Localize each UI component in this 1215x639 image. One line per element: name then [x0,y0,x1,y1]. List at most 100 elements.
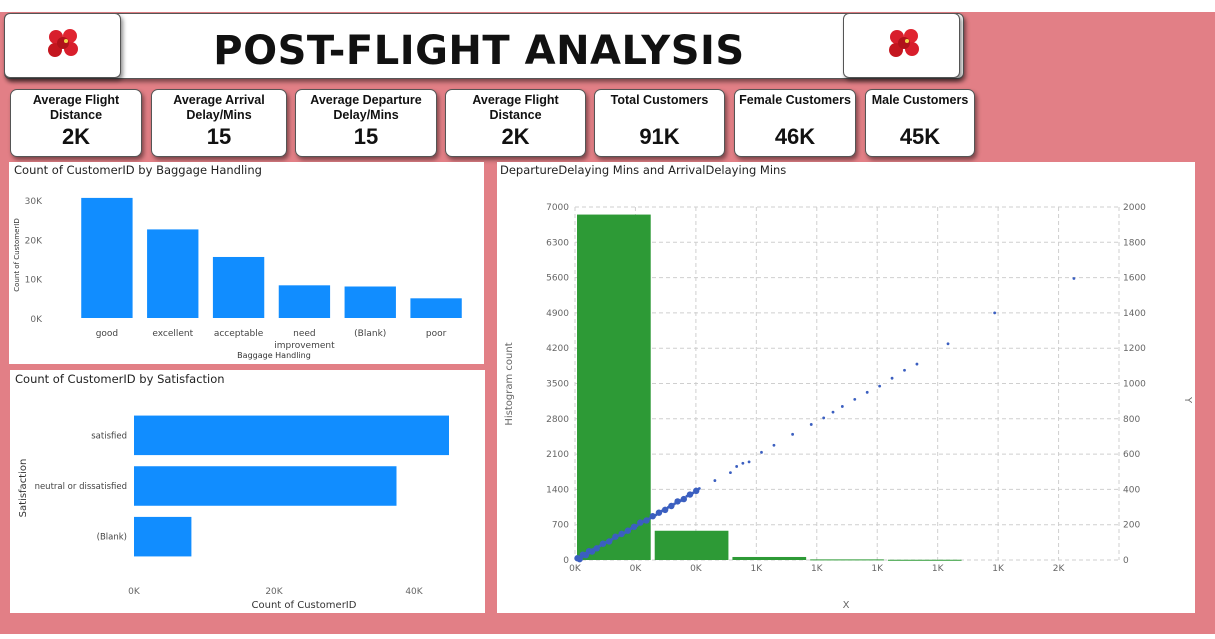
x-tick-label: 40K [405,587,423,597]
delay-scatter-chart: 0 700 1400 2100 2800 3500 4200 4900 5600 6300 7000… [504,203,1193,611]
page-title: POST-FLIGHT ANALYSIS [213,28,745,74]
left-y-tick-label: 1400 [546,485,569,495]
scatter-point [654,513,658,517]
bar [344,286,396,318]
hibiscus-flower-logo-icon [48,29,78,57]
scatter-point [747,460,751,464]
bar [278,285,331,318]
right-y-tick-label: 1400 [1123,309,1146,319]
x-tick-label: 20K [265,587,283,597]
right-y-tick-label: 1600 [1123,274,1146,284]
bar [147,229,199,318]
scatter-point [878,384,882,388]
x-tick-label: acceptable [214,329,264,339]
scatter-point [713,479,717,482]
right-y-tick-label: 1000 [1123,380,1146,390]
delay-scatter-chart-panel[interactable]: DepartureDelaying Mins and ArrivalDelayi… [497,162,1195,613]
scatter-point [586,550,589,554]
scatter-point [772,443,776,447]
scatter-point [598,544,602,548]
kpi-card-avg-departure-delay[interactable]: Average Departure Delay/Mins 15 [295,89,437,157]
bar [134,415,449,456]
right-y-tick-label: 400 [1123,485,1140,495]
scatter-point [741,461,745,465]
y-tick-label: 10K [25,276,43,286]
scatter-point [673,502,676,506]
left-y-tick-label: 7000 [546,203,569,213]
kpi-value: 45K [899,124,941,149]
baggage-handling-chart-panel[interactable]: Count of CustomerID by Baggage Handling … [9,162,484,364]
x-tick-label: need improvement [274,329,335,351]
kpi-card-avg-flight-distance-2[interactable]: Average Flight Distance 2K [445,89,586,157]
kpi-label: Average Departure Delay/Mins [310,93,422,122]
left-y-tick-label: 2800 [546,415,569,425]
scatter-point [729,471,732,475]
kpi-label: Female Customers [739,93,851,107]
right-y-tick-label: 1800 [1123,238,1146,248]
left-y-tick-label: 4200 [546,344,569,354]
left-y-tick-label: 2100 [546,450,569,460]
scatter-point [592,547,596,551]
scatter-point [791,432,794,436]
x-axis-title: X [843,600,850,611]
kpi-card-female-customers[interactable]: Female Customers 46K [734,89,856,157]
kpi-value: 2K [501,124,530,149]
x-tick-label: 0K [569,564,582,574]
scatter-point [697,487,701,490]
kpi-label: Average Arrival Delay/Mins [173,93,265,122]
satisfaction-chart-panel[interactable]: Count of CustomerID by Satisfaction sati… [10,370,485,613]
x-tick-label: 1K [751,564,764,574]
y-tick-label: satisfied [91,431,127,441]
logo-card-left [4,13,121,78]
right-y-tick-label: 200 [1123,521,1140,531]
y-axis-title: Satisfaction [18,459,29,518]
histogram-bar [732,556,807,560]
x-axis-title: Baggage Handling [237,351,311,360]
scatter-point [946,342,950,346]
kpi-card-total-customers[interactable]: Total Customers 91K [594,89,725,157]
left-y-tick-label: 6300 [546,238,569,248]
y-tick-label: (Blank) [97,533,127,543]
bar [134,466,397,506]
scatter-point [685,494,689,498]
x-tick-label: 1K [932,564,945,574]
y-axis-title: Count of CustomerID [13,218,21,291]
baggage-handling-chart: 0K 10K 20K 30K good excellent acceptable need im… [13,197,462,360]
scatter-point [629,527,633,530]
x-tick-label: good [96,329,118,339]
logo-card-right [843,13,960,78]
y-tick-label: 30K [25,197,43,207]
left-y-tick-label: 3500 [546,380,569,390]
scatter-point [993,311,997,315]
x-tick-label: (Blank) [354,329,386,339]
scatter-point [853,397,857,401]
scatter-point [1072,277,1076,280]
kpi-label: Male Customers [871,93,969,107]
hibiscus-flower-logo-icon [889,29,919,57]
left-y-tick-label: 4900 [546,309,569,319]
x-tick-label: 0K [630,564,643,574]
x-tick-label: 1K [871,564,884,574]
bar [134,516,192,557]
histogram-bar [887,559,962,561]
kpi-card-avg-flight-distance[interactable]: Average Flight Distance 2K [10,89,142,157]
scatter-point [579,554,583,557]
scatter-point [865,390,869,394]
histogram-bar [810,559,884,561]
scatter-point [648,517,652,520]
kpi-card-male-customers[interactable]: Male Customers 45K [865,89,975,157]
x-tick-label: excellent [152,329,193,339]
satisfaction-chart: satisfied neutral or dissatisfied (Blank) 0… [18,415,449,611]
scatter-point [660,509,664,513]
scatter-point [666,506,670,509]
scatter-point [809,423,813,426]
left-y-tick-label: 700 [552,521,569,531]
kpi-value: 15 [353,124,379,149]
histogram-bar [654,530,729,560]
scatter-point [822,416,826,420]
kpi-label: Total Customers [610,93,709,107]
scatter-point [641,520,645,523]
kpi-card-avg-arrival-delay[interactable]: Average Arrival Delay/Mins 15 [151,89,287,157]
y-tick-label: 0K [30,315,43,325]
scatter-point [840,405,844,408]
